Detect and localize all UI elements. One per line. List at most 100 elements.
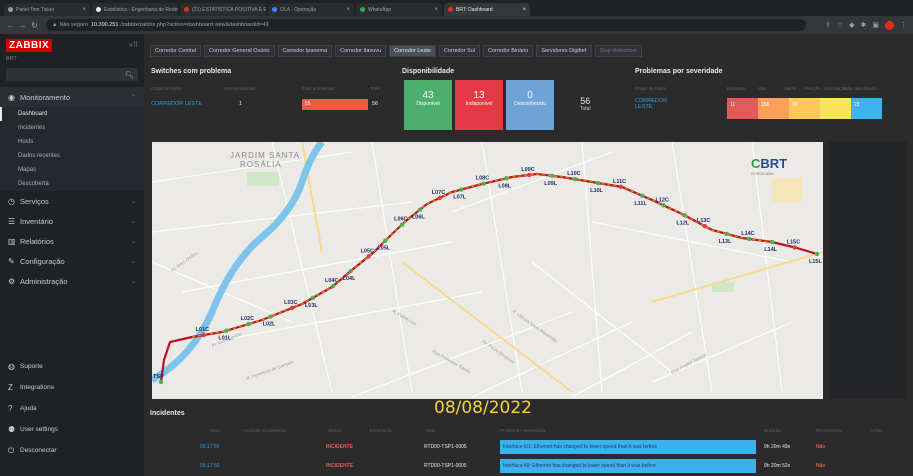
profile-avatar[interactable]	[885, 20, 894, 30]
share-icon[interactable]: ⇪	[825, 21, 831, 30]
station-marker[interactable]	[399, 222, 405, 227]
station-marker[interactable]	[573, 177, 578, 182]
severity-cell[interactable]	[820, 98, 851, 119]
dashboard-tab[interactable]: Servidores Digifort	[536, 45, 592, 57]
station-marker[interactable]	[310, 295, 316, 301]
station-marker[interactable]	[702, 224, 708, 229]
sidebar-item-2[interactable]: ◷ Serviços ⌄	[0, 191, 144, 211]
browser-tab[interactable]: Panel Tom Ticket ×	[4, 3, 90, 16]
sidebar-bottom-item[interactable]: ⚉ User settings	[0, 419, 144, 440]
back-icon[interactable]: ←	[6, 21, 15, 30]
tab-close-icon[interactable]: ×	[346, 7, 350, 13]
station-marker[interactable]	[289, 305, 295, 311]
station-marker[interactable]	[330, 283, 336, 289]
reload-icon[interactable]: ↻	[30, 21, 39, 30]
sidebar-item-6[interactable]: ⚙ Administração ⌄	[0, 271, 144, 291]
url-input[interactable]: ▲ Não seguro 10.300.251 /zabbix/zabbix.p…	[46, 19, 806, 31]
submenu-item[interactable]: Incidentes	[0, 121, 144, 135]
availability-cell[interactable]: 0 Desconhecido	[506, 80, 554, 130]
dashboard-tab[interactable]: Corredor Sul	[438, 45, 480, 57]
severity-cell[interactable]: 11	[727, 98, 758, 119]
switches-problem-bar[interactable]: 55	[302, 99, 368, 110]
sidebar-bottom-item[interactable]: ⏻ Desconectar	[0, 440, 144, 461]
dashboard-tab[interactable]: Corredor Binário	[482, 45, 534, 57]
incident-ack[interactable]: Não	[816, 463, 825, 469]
search-input[interactable]: 🔍︎	[6, 68, 138, 81]
station-marker[interactable]	[595, 180, 601, 186]
submenu-item[interactable]: Dashboard	[0, 107, 144, 121]
station-marker[interactable]	[769, 239, 775, 245]
window-icon[interactable]: ▣	[872, 21, 879, 30]
browser-tab[interactable]: Estatística - Engenharia de Redes×	[92, 3, 178, 16]
station-marker[interactable]	[268, 314, 273, 319]
incident-problem[interactable]: Interface 49: Ethernet has changed to lo…	[500, 459, 756, 473]
station-marker[interactable]	[724, 231, 729, 237]
station-marker[interactable]	[459, 187, 464, 192]
dashboard-tab[interactable]: Corredor Central	[150, 45, 201, 57]
station-marker[interactable]	[792, 245, 797, 250]
availability-cell[interactable]: 43 Disponível	[404, 80, 452, 130]
table-row[interactable]: 09:17:50 INCIDENTE RTD00-TSP1-0005 Interfac…	[144, 438, 913, 456]
sidebar-item-4[interactable]: ▥ Relatórios ⌄	[0, 231, 144, 251]
station-marker[interactable]	[383, 238, 388, 243]
station-marker[interactable]	[224, 328, 229, 333]
browser-tab[interactable]: WhatsApp ×	[356, 3, 442, 16]
station-marker[interactable]	[348, 268, 353, 274]
station-marker[interactable]	[504, 176, 509, 181]
forward-icon[interactable]: →	[18, 21, 27, 30]
station-marker[interactable]	[437, 195, 442, 201]
station-marker[interactable]	[417, 207, 423, 212]
incident-time-link[interactable]: 09:17:50	[200, 444, 219, 450]
severity-cell[interactable]: 90	[789, 98, 820, 119]
tab-close-icon[interactable]: ×	[434, 7, 438, 13]
sidebar-collapse-icon[interactable]: «⠿	[129, 41, 138, 49]
station-marker[interactable]	[640, 193, 645, 199]
sidebar-item-3[interactable]: ☰ Inventário ⌄	[0, 211, 144, 231]
station-marker[interactable]	[661, 203, 666, 208]
incident-problem[interactable]: Interface 6/1: Ethernet has changed to l…	[500, 440, 756, 454]
severity-cell[interactable]: 23	[851, 98, 882, 119]
tab-close-icon[interactable]: ×	[82, 7, 86, 13]
station-marker[interactable]	[366, 254, 371, 259]
sidebar-bottom-item[interactable]: ◍ Suporte	[0, 356, 144, 377]
station-marker[interactable]	[527, 172, 532, 178]
incident-host[interactable]: RTD00-TSP1-0005	[424, 463, 467, 469]
severity-group-link[interactable]: CORREDOR LESTE	[635, 98, 667, 110]
dashboard-tab[interactable]: Corredor Itavuvu	[335, 45, 387, 57]
table-row[interactable]: 09:17:50 INCIDENTE RTD00-TSP1-0005 Interfac…	[144, 457, 913, 475]
submenu-item[interactable]: Hosts	[0, 135, 144, 149]
star-icon[interactable]: ☆	[837, 21, 843, 30]
sidebar-item-5[interactable]: ✎ Configuração ⌄	[0, 251, 144, 271]
dashboard-tab[interactable]: Corredor Leste	[389, 45, 436, 57]
incident-ack[interactable]: Não	[816, 444, 825, 450]
availability-cell[interactable]: 13 Indisponível	[455, 80, 503, 130]
submenu-item[interactable]: Dados recentes	[0, 149, 144, 163]
stop-slideshow-button[interactable]: Stop slideshow	[594, 45, 642, 57]
sidebar-bottom-item[interactable]: ? Ajuda	[0, 398, 144, 419]
extension-icon[interactable]: ◆	[849, 21, 854, 30]
severity-cell[interactable]: 158	[758, 98, 789, 119]
incident-host[interactable]: RTD00-TSP1-0005	[424, 444, 467, 450]
puzzle-icon[interactable]: ✱	[861, 21, 867, 30]
station-marker[interactable]	[618, 184, 624, 190]
station-marker[interactable]	[747, 236, 752, 242]
corridor-map[interactable]: JARDIM SANTA ROSÁLIA Av. Dom Aguirre R. …	[152, 142, 823, 399]
switches-group-link[interactable]: CORREDOR LESTE	[151, 101, 202, 107]
dashboard-tab[interactable]: Corredor Ipanema	[277, 45, 333, 57]
tab-close-icon[interactable]: ×	[522, 7, 526, 13]
submenu-item[interactable]: Descoberta	[0, 177, 144, 191]
incident-time-link[interactable]: 09:17:50	[200, 463, 219, 469]
menu-dots-icon[interactable]: ⋮	[900, 21, 907, 30]
station-marker[interactable]	[246, 321, 251, 327]
browser-tab[interactable]: (21) ESTATÍSTICA POSITIVA E E...×	[180, 3, 266, 16]
station-marker[interactable]	[201, 332, 206, 338]
station-marker[interactable]	[158, 379, 164, 385]
station-marker[interactable]	[682, 213, 687, 218]
station-marker[interactable]	[481, 181, 486, 186]
zabbix-logo[interactable]: ZABBIX	[6, 38, 53, 52]
dashboard-tab[interactable]: Corredor General Osório	[203, 45, 275, 57]
station-marker[interactable]	[814, 251, 820, 257]
submenu-item[interactable]: Mapas	[0, 163, 144, 177]
browser-tab[interactable]: OLA - Operação ×	[268, 3, 354, 16]
sidebar-bottom-item[interactable]: Z Integrations	[0, 377, 144, 398]
